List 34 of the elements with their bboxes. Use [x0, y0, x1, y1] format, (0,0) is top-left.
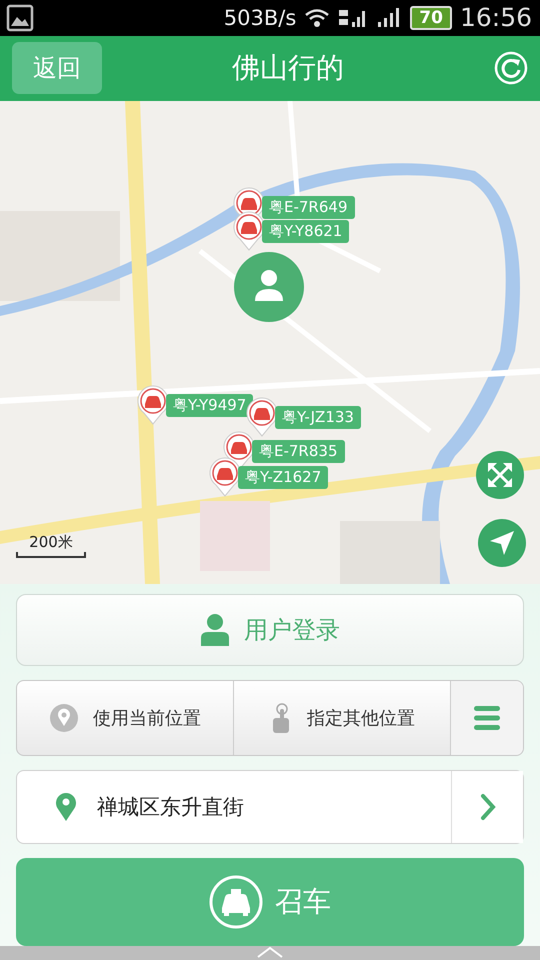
taxi-icon	[209, 875, 263, 929]
refresh-button[interactable]	[494, 51, 528, 86]
user-icon	[200, 614, 230, 646]
scale-bar-icon	[16, 552, 86, 558]
screen-title: 佛山行的	[231, 50, 345, 86]
car-marker-icon	[136, 385, 170, 425]
navigation-arrow-icon	[488, 529, 516, 557]
menu-icon	[473, 705, 501, 731]
chevron-right-icon	[480, 793, 496, 821]
menu-button[interactable]	[451, 681, 523, 755]
location-option[interactable]: 使用当前位置	[17, 681, 234, 755]
next-button[interactable]	[451, 771, 523, 843]
car-marker-icon	[245, 397, 279, 437]
clock: 16:56	[460, 3, 532, 32]
plate-label: 粤E-7R649	[262, 196, 354, 218]
caret-up-icon	[256, 946, 284, 958]
wifi-icon	[304, 8, 330, 28]
car-marker-icon	[208, 457, 242, 497]
network-speed: 503B/s	[224, 6, 296, 30]
battery-indicator: 70	[410, 6, 452, 30]
expand-icon	[485, 460, 515, 490]
plate-label: 粤Y-JZ133	[275, 406, 361, 428]
plate-label: 粤E-7R835	[252, 440, 344, 462]
refresh-icon	[494, 51, 528, 86]
plate-label: 粤Y-Y8621	[262, 220, 350, 242]
car-marker-icon	[232, 211, 266, 251]
location-pin-icon	[55, 792, 77, 822]
image-icon	[6, 4, 34, 32]
plate-label: 粤Y-Z1627	[238, 466, 328, 488]
address-field[interactable]: 禅城区东升直街	[16, 770, 524, 844]
location-icon	[49, 703, 79, 733]
user-location-icon	[233, 251, 305, 323]
map-scale: 200米	[29, 533, 73, 552]
plate-label: 粤Y-Y9497	[166, 394, 254, 416]
